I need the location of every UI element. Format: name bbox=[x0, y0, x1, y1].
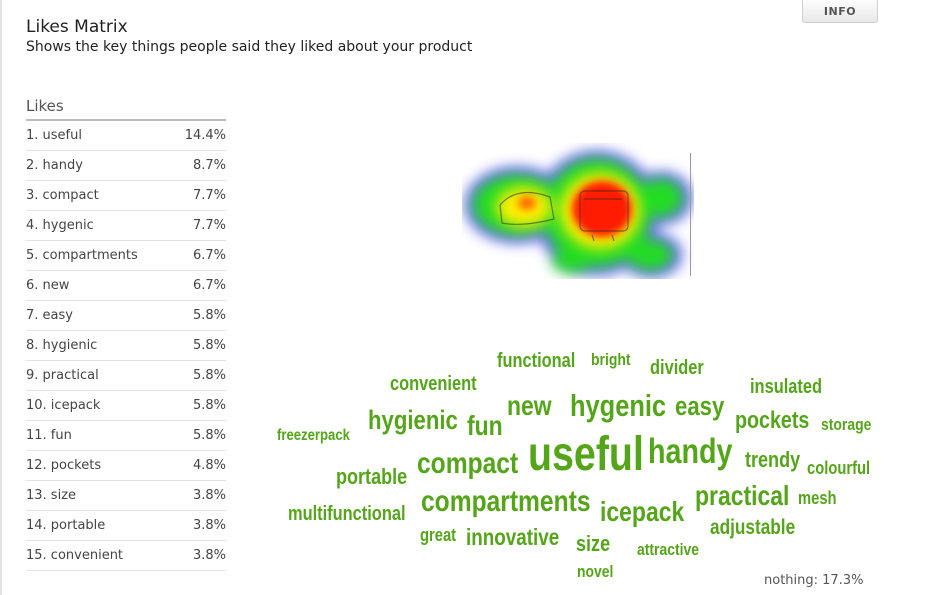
likes-row: 1. useful 14.4% bbox=[26, 121, 226, 151]
cloud-word[interactable]: convenient bbox=[390, 374, 477, 394]
likes-row-label: 11. fun bbox=[26, 428, 72, 443]
likes-row-label: 12. pockets bbox=[26, 458, 102, 473]
cloud-word[interactable]: attractive bbox=[637, 541, 699, 558]
cloud-word[interactable]: innovative bbox=[466, 526, 559, 549]
likes-row: 15. convenient 3.8% bbox=[26, 541, 226, 571]
page-subtitle: Shows the key things people said they li… bbox=[26, 39, 473, 55]
cloud-word[interactable]: compact bbox=[417, 449, 518, 479]
cloud-word[interactable]: bright bbox=[591, 351, 630, 368]
cloud-word[interactable]: insulated bbox=[750, 377, 822, 397]
likes-rows: 1. useful 14.4% 2. handy 8.7% 3. compact 7.7%… bbox=[26, 121, 226, 571]
likes-row: 9. practical 5.8% bbox=[26, 361, 226, 391]
cloud-word[interactable]: fun bbox=[467, 412, 503, 440]
likes-row-label: 8. hygienic bbox=[26, 338, 98, 353]
likes-row: 3. compact 7.7% bbox=[26, 181, 226, 211]
cloud-word[interactable]: freezerpack bbox=[277, 428, 350, 444]
likes-row-label: 6. new bbox=[26, 278, 70, 293]
likes-row: 6. new 6.7% bbox=[26, 271, 226, 301]
likes-row: 13. size 3.8% bbox=[26, 481, 226, 511]
likes-row: 2. handy 8.7% bbox=[26, 151, 226, 181]
cloud-word[interactable]: size bbox=[576, 533, 610, 555]
heatmap-image bbox=[462, 143, 694, 279]
likes-row-label: 2. handy bbox=[26, 158, 83, 173]
cloud-word[interactable]: new bbox=[507, 392, 552, 420]
nothing-note: nothing: 17.3% bbox=[764, 573, 864, 588]
likes-row: 14. portable 3.8% bbox=[26, 511, 226, 541]
likes-table: Likes 1. useful 14.4% 2. handy 8.7% 3. compa… bbox=[26, 95, 226, 571]
cloud-word[interactable]: great bbox=[420, 526, 456, 544]
cloud-word[interactable]: mesh bbox=[798, 489, 837, 507]
likes-row-value: 3.8% bbox=[192, 548, 226, 563]
likes-row-value: 3.8% bbox=[192, 518, 226, 533]
likes-row-value: 5.8% bbox=[192, 428, 226, 443]
likes-row-value: 5.8% bbox=[192, 308, 226, 323]
likes-row-value: 7.7% bbox=[192, 218, 226, 233]
likes-row: 12. pockets 4.8% bbox=[26, 451, 226, 481]
likes-row-value: 3.8% bbox=[192, 488, 226, 503]
likes-row-label: 1. useful bbox=[26, 128, 82, 143]
cloud-word[interactable]: colourful bbox=[807, 459, 870, 477]
cloud-word[interactable]: functional bbox=[497, 351, 575, 371]
likes-heading: Likes bbox=[26, 95, 226, 121]
likes-row: 11. fun 5.8% bbox=[26, 421, 226, 451]
cloud-word[interactable]: useful bbox=[528, 431, 644, 479]
likes-row-value: 6.7% bbox=[192, 278, 226, 293]
likes-row-label: 5. compartments bbox=[26, 248, 138, 263]
likes-row-label: 7. easy bbox=[26, 308, 73, 323]
cloud-word[interactable]: trendy bbox=[745, 449, 800, 471]
likes-row-label: 4. hygenic bbox=[26, 218, 94, 233]
heatmap-divider bbox=[690, 153, 691, 276]
likes-row: 7. easy 5.8% bbox=[26, 301, 226, 331]
likes-row-label: 3. compact bbox=[26, 188, 99, 203]
likes-row: 5. compartments 6.7% bbox=[26, 241, 226, 271]
likes-row-label: 15. convenient bbox=[26, 548, 124, 563]
cloud-word[interactable]: easy bbox=[675, 393, 724, 420]
likes-row-label: 14. portable bbox=[26, 518, 106, 533]
cloud-word[interactable]: adjustable bbox=[710, 517, 795, 538]
likes-row-value: 8.7% bbox=[192, 158, 226, 173]
likes-row-value: 6.7% bbox=[192, 248, 226, 263]
cloud-word[interactable]: compartments bbox=[421, 487, 591, 517]
likes-row-value: 5.8% bbox=[192, 368, 226, 383]
likes-row-value: 4.8% bbox=[192, 458, 226, 473]
likes-row-value: 7.7% bbox=[192, 188, 226, 203]
info-button[interactable]: INFO bbox=[802, 0, 878, 23]
cloud-word[interactable]: pockets bbox=[735, 409, 809, 433]
cloud-word[interactable]: storage bbox=[821, 416, 871, 433]
cloud-word[interactable]: multifunctional bbox=[288, 504, 406, 524]
cloud-word[interactable]: icepack bbox=[600, 498, 684, 526]
likes-row-label: 13. size bbox=[26, 488, 77, 503]
likes-row-value: 5.8% bbox=[192, 338, 226, 353]
cloud-word[interactable]: portable bbox=[336, 466, 407, 488]
likes-row-label: 10. icepack bbox=[26, 398, 101, 413]
page-title: Likes Matrix bbox=[26, 17, 128, 37]
cloud-word[interactable]: divider bbox=[650, 358, 704, 378]
cloud-word[interactable]: novel bbox=[577, 563, 613, 580]
likes-row-label: 9. practical bbox=[26, 368, 99, 383]
likes-row: 10. icepack 5.8% bbox=[26, 391, 226, 421]
likes-row: 8. hygienic 5.8% bbox=[26, 331, 226, 361]
cloud-word[interactable]: handy bbox=[648, 434, 733, 469]
likes-row: 4. hygenic 7.7% bbox=[26, 211, 226, 241]
cloud-word[interactable]: practical bbox=[695, 482, 789, 510]
likes-row-value: 5.8% bbox=[192, 398, 226, 413]
cloud-word[interactable]: hygienic bbox=[368, 407, 458, 434]
likes-row-value: 14.4% bbox=[184, 128, 226, 143]
cloud-word[interactable]: hygenic bbox=[570, 390, 666, 421]
left-border bbox=[0, 0, 2, 595]
